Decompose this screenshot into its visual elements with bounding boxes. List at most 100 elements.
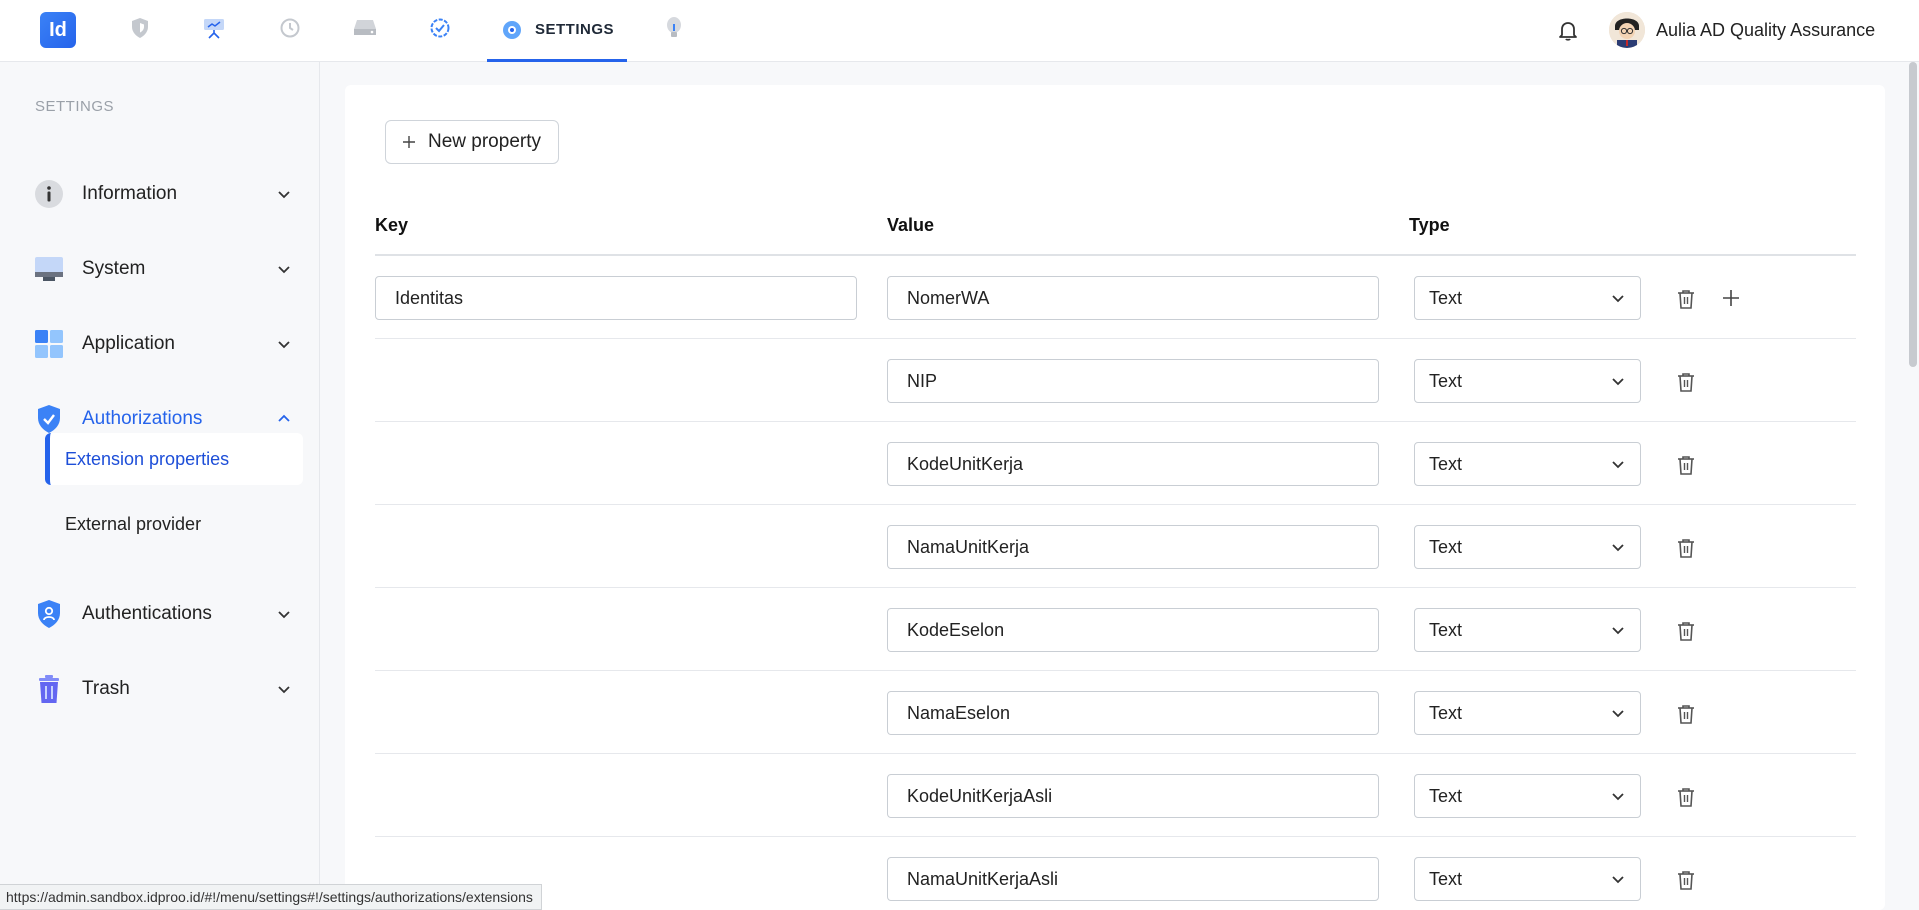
type-select-value: Text <box>1429 536 1463 557</box>
extension-properties-panel: New property Key Value Type Text Text Text… <box>345 85 1885 910</box>
grid-icon <box>34 329 64 359</box>
shield-icon[interactable] <box>128 16 152 40</box>
type-select[interactable]: Text <box>1414 276 1641 320</box>
delete-row-icon[interactable] <box>1675 620 1697 642</box>
add-value-icon[interactable] <box>1721 288 1741 308</box>
chevron-down-icon <box>1610 788 1626 804</box>
new-property-label: New property <box>428 131 541 152</box>
table-row: Text <box>375 671 1856 754</box>
tab-settings[interactable]: SETTINGS <box>487 0 627 62</box>
table-row: Text <box>375 754 1856 837</box>
scrollbar[interactable] <box>1907 62 1919 910</box>
history-icon[interactable] <box>278 16 302 40</box>
value-input[interactable] <box>887 359 1379 403</box>
chevron-down-icon <box>1610 705 1626 721</box>
sidebar-item-application[interactable]: Application <box>34 324 292 364</box>
sidebar-subitem-external-provider[interactable]: External provider <box>45 498 303 550</box>
chevron-down-icon <box>276 681 292 697</box>
sidebar-item-label: Trash <box>82 678 130 699</box>
type-select[interactable]: Text <box>1414 691 1641 735</box>
value-input[interactable] <box>887 608 1379 652</box>
type-select-value: Text <box>1429 453 1463 474</box>
sidebar-item-label: Authentications <box>82 603 212 624</box>
type-select-value: Text <box>1429 785 1463 806</box>
sidebar-item-label: System <box>82 258 146 279</box>
status-bar-url: https://admin.sandbox.idproo.id/#!/menu/… <box>0 884 542 910</box>
shield-check-icon <box>34 404 64 434</box>
chevron-down-icon <box>1610 290 1626 306</box>
new-property-button[interactable]: New property <box>385 120 559 164</box>
value-input[interactable] <box>887 691 1379 735</box>
monitor-icon <box>34 254 64 284</box>
top-navigation-bar: Id SETTINGS Aulia AD Quality Assurance <box>0 0 1919 62</box>
delete-row-icon[interactable] <box>1675 371 1697 393</box>
sidebar-item-label: Authorizations <box>82 408 203 429</box>
value-input[interactable] <box>887 525 1379 569</box>
sidebar-item-authentications[interactable]: Authentications <box>34 594 292 634</box>
chevron-down-icon <box>276 186 292 202</box>
table-row: Text <box>375 588 1856 671</box>
shield-user-icon <box>34 599 64 629</box>
sidebar-item-information[interactable]: Information <box>34 174 292 214</box>
type-select[interactable]: Text <box>1414 442 1641 486</box>
info-icon <box>34 179 64 209</box>
value-input[interactable] <box>887 442 1379 486</box>
table-row: Text <box>375 505 1856 588</box>
type-select-value: Text <box>1429 619 1463 640</box>
chevron-down-icon <box>1610 539 1626 555</box>
sidebar: SETTINGS Information System Application … <box>0 62 320 910</box>
type-select[interactable]: Text <box>1414 857 1641 901</box>
scrollbar-thumb[interactable] <box>1909 62 1917 367</box>
sidebar-heading: SETTINGS <box>35 98 115 115</box>
tab-settings-label: SETTINGS <box>535 21 615 38</box>
trash-icon <box>34 674 64 704</box>
type-select[interactable]: Text <box>1414 774 1641 818</box>
user-name[interactable]: Aulia AD Quality Assurance <box>1656 20 1875 41</box>
chevron-down-icon <box>1610 622 1626 638</box>
column-header-value: Value <box>887 215 935 235</box>
type-select-value: Text <box>1429 287 1463 308</box>
type-select-value: Text <box>1429 702 1463 723</box>
chevron-down-icon <box>1610 871 1626 887</box>
presentation-icon[interactable] <box>202 16 226 40</box>
sidebar-item-trash[interactable]: Trash <box>34 669 292 709</box>
drive-icon[interactable] <box>353 16 377 40</box>
sidebar-subitem-extension-properties[interactable]: Extension properties <box>45 433 303 485</box>
chevron-down-icon <box>276 336 292 352</box>
notification-bell-icon[interactable] <box>1556 18 1580 42</box>
delete-row-icon[interactable] <box>1675 288 1697 310</box>
type-select[interactable]: Text <box>1414 525 1641 569</box>
check-circle-icon[interactable] <box>428 16 452 40</box>
bulb-icon[interactable] <box>662 16 686 40</box>
type-select[interactable]: Text <box>1414 359 1641 403</box>
avatar[interactable] <box>1609 12 1645 48</box>
table-row: Text <box>375 339 1856 422</box>
sidebar-item-system[interactable]: System <box>34 249 292 289</box>
key-input[interactable] <box>375 276 857 320</box>
value-input[interactable] <box>887 857 1379 901</box>
delete-row-icon[interactable] <box>1675 454 1697 476</box>
plus-icon <box>402 135 416 149</box>
column-header-key: Key <box>375 215 409 235</box>
sidebar-item-label: Information <box>82 183 178 204</box>
delete-row-icon[interactable] <box>1675 869 1697 891</box>
value-input[interactable] <box>887 276 1379 320</box>
chevron-down-icon <box>1610 373 1626 389</box>
type-select-value: Text <box>1429 868 1463 889</box>
delete-row-icon[interactable] <box>1675 703 1697 725</box>
type-select-value: Text <box>1429 370 1463 391</box>
table-row: Text <box>375 837 1856 910</box>
app-logo[interactable]: Id <box>40 12 76 48</box>
chevron-up-icon <box>276 411 292 427</box>
delete-row-icon[interactable] <box>1675 786 1697 808</box>
table-row: Text <box>375 422 1856 505</box>
value-input[interactable] <box>887 774 1379 818</box>
chevron-down-icon <box>1610 456 1626 472</box>
table-row: Text <box>375 256 1856 339</box>
chevron-down-icon <box>276 606 292 622</box>
sidebar-item-label: Application <box>82 333 175 354</box>
delete-row-icon[interactable] <box>1675 537 1697 559</box>
gear-icon <box>501 19 523 41</box>
type-select[interactable]: Text <box>1414 608 1641 652</box>
chevron-down-icon <box>276 261 292 277</box>
